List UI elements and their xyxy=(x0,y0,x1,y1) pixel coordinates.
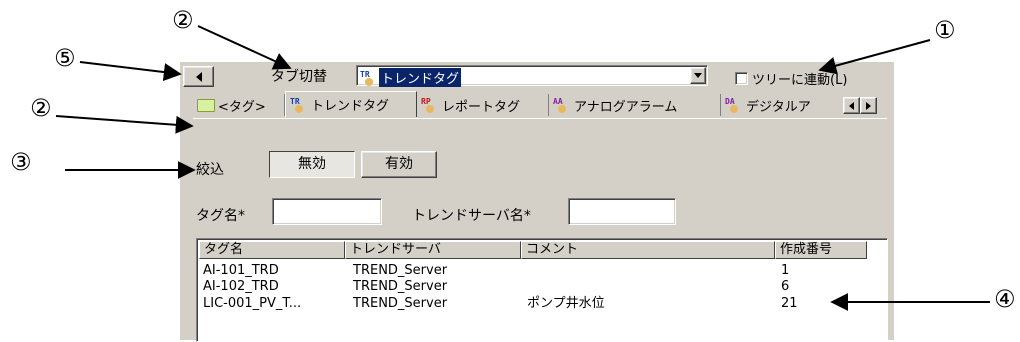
tag-name-label: タグ名* xyxy=(196,208,245,224)
back-arrow-icon xyxy=(195,71,202,82)
filter-off-button[interactable]: 無効 xyxy=(269,151,355,178)
column-header-comment[interactable]: コメント xyxy=(521,241,775,259)
column-header-creation-number[interactable]: 作成番号 xyxy=(775,241,867,259)
tab-strip: <タグ> TR トレンドタグ RP レポートタグ AA アナログアラーム DA … xyxy=(193,91,893,118)
tab-label: デジタルア xyxy=(746,99,811,115)
tab-label: トレンドタグ xyxy=(311,99,390,114)
column-header-trend-server[interactable]: トレンドサーバ xyxy=(345,241,521,259)
trend-server-name-label: トレンドサーバ名* xyxy=(412,208,531,224)
cell-trend-server: TREND_Server xyxy=(353,296,448,311)
callout-2-left: ② xyxy=(30,94,52,122)
cell-creation-number: 1 xyxy=(781,263,790,278)
cell-creation-number: 21 xyxy=(781,296,798,311)
tab-scroll-right-button[interactable] xyxy=(860,97,877,114)
cell-tag-name: AI-102_TRD xyxy=(203,279,279,294)
arrow-5-to-back-button xyxy=(79,61,182,82)
tab-digital-alarm[interactable]: DA デジタルア xyxy=(721,94,843,116)
tab-tag-folder[interactable]: <タグ> xyxy=(193,94,285,116)
arrow-right-icon xyxy=(866,101,871,110)
filter-label: 絞込 xyxy=(196,162,224,178)
table-row[interactable]: AI-101_TRD TREND_Server 1 xyxy=(197,263,883,279)
tab-switch-dropdown[interactable]: TR トレンドタグ xyxy=(356,65,708,87)
tab-report-tag[interactable]: RP レポートタグ xyxy=(417,94,549,116)
callout-3: ③ xyxy=(10,148,32,176)
tab-label: レポートタグ xyxy=(442,99,521,115)
tab-switch-label: タブ切替 xyxy=(271,69,327,85)
trend-tag-icon: TR xyxy=(290,97,308,113)
trend-server-name-input[interactable] xyxy=(568,198,676,225)
tab-scroll-left-button[interactable] xyxy=(843,97,860,114)
callout-1: ① xyxy=(934,16,956,44)
cell-creation-number: 6 xyxy=(781,279,790,294)
filter-on-button[interactable]: 有効 xyxy=(361,151,437,178)
tag-list[interactable]: タグ名 トレンドサーバ コメント 作成番号 AI-101_TRD TREND_S… xyxy=(196,238,888,342)
cell-tag-name: LIC-001_PV_T... xyxy=(203,296,302,311)
tab-analog-alarm[interactable]: AA アナログアラーム xyxy=(549,94,721,116)
tab-trend-tag[interactable]: TR トレンドタグ xyxy=(285,91,417,117)
callout-4: ④ xyxy=(994,285,1016,313)
back-button[interactable] xyxy=(183,66,214,87)
digital-alarm-icon: DA xyxy=(725,97,743,113)
cell-trend-server: TREND_Server xyxy=(353,263,448,278)
report-tag-icon: RP xyxy=(421,97,439,113)
dropdown-selected-value: トレンドタグ xyxy=(379,68,462,87)
table-row[interactable]: LIC-001_PV_T... TREND_Server ポンプ井水位 21 xyxy=(197,296,883,312)
tab-divider xyxy=(193,118,887,119)
analog-alarm-icon: AA xyxy=(553,97,571,113)
tab-label: アナログアラーム xyxy=(574,99,678,115)
checkbox-box[interactable] xyxy=(735,72,748,85)
arrow-left-icon xyxy=(849,101,854,110)
tag-name-input[interactable] xyxy=(272,198,382,225)
chevron-down-icon xyxy=(694,73,702,78)
trend-tag-icon: TR xyxy=(360,70,378,86)
sync-tree-checkbox[interactable]: ツリーに連動(L) xyxy=(735,69,847,88)
dropdown-arrow-button[interactable] xyxy=(690,67,706,84)
cell-trend-server: TREND_Server xyxy=(353,279,448,294)
callout-2-top: ② xyxy=(172,6,194,34)
callout-5: ⑤ xyxy=(54,44,76,72)
column-header-tag-name[interactable]: タグ名 xyxy=(199,241,345,259)
arrow-2-to-tabs xyxy=(55,115,194,134)
sync-tree-label: ツリーに連動(L) xyxy=(752,73,848,88)
cell-comment: ポンプ井水位 xyxy=(527,296,605,311)
folder-icon xyxy=(197,98,215,112)
cell-tag-name: AI-101_TRD xyxy=(203,263,279,278)
table-row[interactable]: AI-102_TRD TREND_Server 6 xyxy=(197,279,883,295)
tab-label: <タグ> xyxy=(218,99,266,115)
